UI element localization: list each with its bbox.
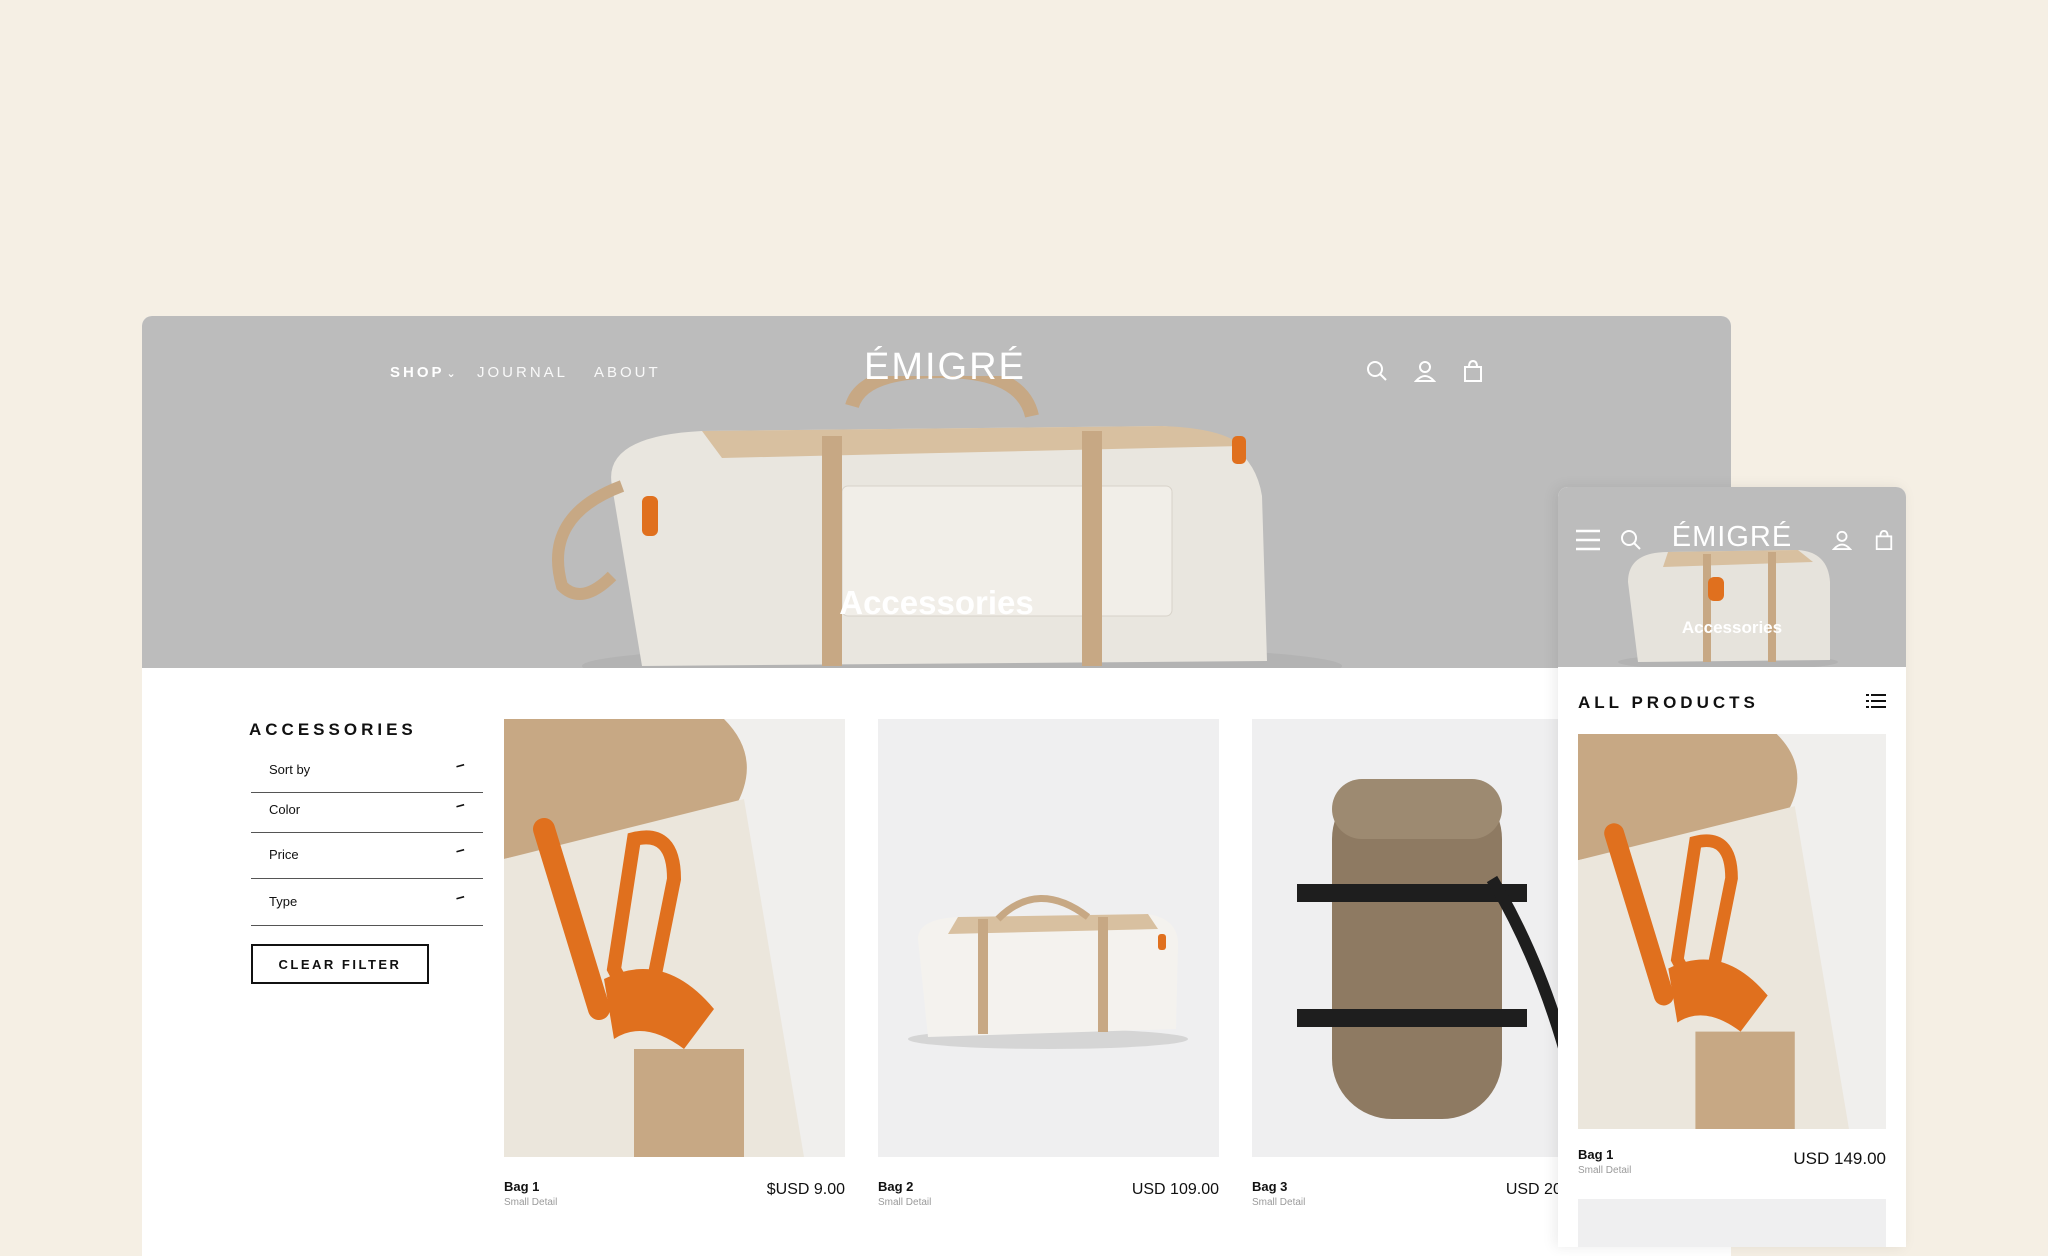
filter-label: Price: [269, 847, 299, 862]
mobile-hero-banner: ÉMIGRÉ Accessories: [1558, 487, 1906, 667]
product-price: $USD 9.00: [766, 1181, 845, 1198]
product-detail: Small Detail: [878, 1197, 932, 1208]
nav-journal-link[interactable]: JOURNAL: [477, 364, 568, 381]
clear-filter-button[interactable]: CLEAR FILTER: [251, 944, 429, 984]
list-view-icon[interactable]: [1866, 693, 1886, 709]
brand-logo[interactable]: ÉMIGRÉ: [864, 346, 1026, 389]
product-image[interactable]: [1578, 734, 1886, 1129]
shopping-bag-icon[interactable]: [1462, 360, 1484, 382]
product-price: USD 109.00: [1131, 1181, 1219, 1198]
hero-title: Accessories: [839, 584, 1034, 621]
product-name[interactable]: Bag 3: [1252, 1179, 1287, 1194]
hero-duffel-bag-image: [552, 376, 1342, 668]
product-name[interactable]: Bag 1: [504, 1179, 539, 1194]
mobile-brand-logo[interactable]: ÉMIGRÉ: [1558, 521, 1906, 554]
hero-banner: SHOP ⌄ JOURNAL ABOUT ÉMIGRÉ Accessories: [142, 316, 1731, 668]
product-card[interactable]: Bag 3 Small Detail USD 209.00: [1252, 719, 1593, 1208]
sidebar-title: ACCESSORIES: [249, 720, 417, 739]
product-price: USD 149.00: [1793, 1149, 1886, 1168]
mobile-hero-title: Accessories: [1681, 618, 1783, 637]
filter-label: Color: [269, 802, 301, 817]
collapse-toggle-icon[interactable]: –: [454, 756, 467, 776]
filter-type[interactable]: Type –: [251, 879, 483, 926]
filter-price[interactable]: Price –: [251, 833, 483, 879]
product-detail: Small Detail: [1252, 1197, 1306, 1208]
product-image[interactable]: [878, 719, 1219, 1157]
collapse-toggle-icon[interactable]: –: [454, 796, 467, 816]
chevron-down-icon: ⌄: [446, 368, 459, 380]
user-icon[interactable]: [1414, 360, 1436, 382]
filter-label: Sort by: [269, 762, 311, 777]
collapse-toggle-icon[interactable]: –: [454, 841, 467, 861]
filter-sort-by[interactable]: Sort by –: [251, 752, 483, 793]
product-card[interactable]: Bag 2 Small Detail USD 109.00: [878, 719, 1219, 1208]
collapse-toggle-icon[interactable]: –: [454, 888, 467, 908]
section-title: ALL PRODUCTS: [1578, 693, 1759, 712]
nav-shop-link[interactable]: SHOP ⌄: [390, 364, 459, 381]
filter-color[interactable]: Color –: [251, 792, 483, 833]
product-detail: Small Detail: [504, 1197, 558, 1208]
product-image[interactable]: [504, 719, 845, 1157]
product-card[interactable]: Bag 1 Small Detail $USD 9.00: [504, 719, 845, 1208]
product-detail: Small Detail: [1578, 1165, 1632, 1176]
desktop-browser-frame: SHOP ⌄ JOURNAL ABOUT ÉMIGRÉ Accessories A…: [142, 316, 1731, 1256]
product-name[interactable]: Bag 1: [1578, 1147, 1613, 1162]
nav-about-link[interactable]: ABOUT: [594, 364, 661, 381]
search-icon[interactable]: [1366, 360, 1388, 382]
filter-label: Type: [269, 894, 298, 909]
user-icon[interactable]: [1832, 530, 1852, 550]
product-name[interactable]: Bag 2: [878, 1179, 913, 1194]
mobile-device-frame: ÉMIGRÉ Accessories ALL PRODUCTS Bag 1 Sm…: [1558, 487, 1906, 1247]
nav-shop-label: SHOP: [390, 364, 445, 381]
next-product-image[interactable]: [1578, 1199, 1886, 1247]
product-image[interactable]: [1252, 719, 1593, 1157]
shopping-bag-icon[interactable]: [1874, 530, 1894, 550]
